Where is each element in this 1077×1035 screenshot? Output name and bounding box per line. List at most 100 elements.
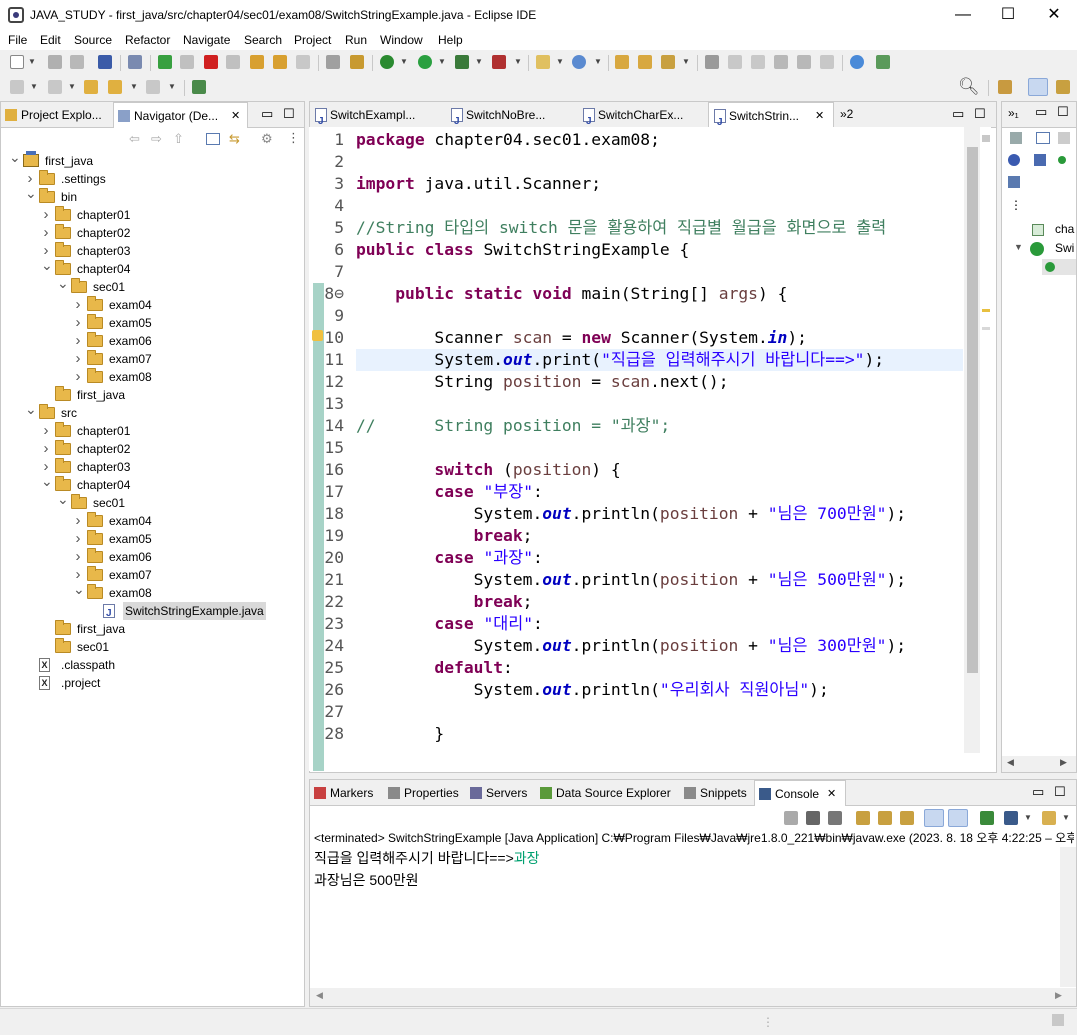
chevron-down-icon[interactable]: ⌄ [57,276,69,296]
tab-project-explorer[interactable]: Project Explo... [1,102,111,128]
tree-item[interactable]: › exam07 [1,350,301,368]
debug-icon[interactable] [380,55,394,69]
menu-file[interactable]: File [8,33,27,47]
outline-item-main[interactable] [1042,259,1076,275]
chevron-down-icon[interactable]: ⌄ [57,492,69,512]
open-perspective-icon[interactable] [998,80,1012,94]
collapse-all-icon[interactable] [206,133,220,145]
chevron-down-icon[interactable]: ▼ [594,57,602,66]
tab-navigator[interactable]: Navigator (De... ✕ [113,102,248,128]
step-into-icon[interactable] [250,55,264,69]
maximize-button[interactable]: ☐ [985,0,1031,30]
prev-annotation-icon[interactable] [48,80,62,94]
tree-item[interactable]: first_java [1,620,301,638]
chevron-right-icon[interactable]: › [41,224,51,242]
chevron-down-icon[interactable]: ▼ [1014,242,1023,252]
tree-item[interactable]: ⌄ chapter04 [1,258,301,278]
remove-all-icon[interactable] [828,811,842,825]
show-console-on-output-icon[interactable] [924,809,944,827]
progress-icon[interactable] [1052,1014,1064,1026]
open-type-icon[interactable] [615,55,629,69]
tree-item[interactable]: › chapter02 [1,440,301,458]
globe-icon[interactable] [850,55,864,69]
show-whitespace-icon[interactable] [797,55,811,69]
minimize-view-icon[interactable]: ▭ [952,102,964,126]
tree-item[interactable]: › .settings [1,170,301,188]
filter-icon[interactable]: ⚙ [261,131,273,147]
tab-switch-string-example[interactable]: SwitchStrin... ✕ [708,102,834,136]
tree-item[interactable]: sec01 [1,638,301,656]
display-console-icon[interactable] [1004,811,1018,825]
tree-item[interactable]: SwitchStringExample.java [1,602,301,623]
last-edit-location-icon[interactable] [84,80,98,94]
tab-data-source-explorer[interactable]: Data Source Explorer [536,780,676,806]
scroll-right-icon[interactable]: ▶ [1055,990,1062,1001]
more-tabs-button[interactable]: »2 [840,102,853,126]
tree-item[interactable]: › chapter02 [1,224,301,242]
run-icon[interactable] [418,55,432,69]
tree-item[interactable]: ⌄ exam08 [1,582,301,602]
chevron-right-icon[interactable]: › [73,350,83,368]
tree-item[interactable]: › exam06 [1,548,301,566]
chevron-down-icon[interactable]: ▼ [1024,813,1032,822]
tab-servers[interactable]: Servers [466,780,534,806]
step-return-icon[interactable] [296,55,310,69]
disconnect-icon[interactable] [226,55,240,69]
link-with-editor-icon[interactable]: ⇆ [229,131,240,147]
open-resource-icon[interactable] [638,55,652,69]
chevron-down-icon[interactable]: ▼ [68,82,76,91]
terminal-icon[interactable] [98,55,112,69]
minimize-button[interactable]: — [940,0,986,30]
minimize-view-icon[interactable]: ▭ [1032,780,1044,804]
tree-item[interactable]: X .project [1,674,301,692]
maximize-view-icon[interactable]: ☐ [283,102,295,126]
chevron-down-icon[interactable]: ▼ [28,57,36,66]
chevron-right-icon[interactable]: › [73,314,83,332]
save-icon[interactable] [48,55,62,69]
tab-snippets[interactable]: Snippets [680,780,752,806]
menu-edit[interactable]: Edit [40,33,61,47]
chevron-down-icon[interactable]: ▼ [400,57,408,66]
menu-help[interactable]: Help [438,33,463,47]
chevron-down-icon[interactable]: ⌄ [9,150,21,170]
chevron-down-icon[interactable]: ⌄ [25,402,37,422]
scroll-lock-icon[interactable] [878,811,892,825]
menu-window[interactable]: Window [380,33,423,47]
java-ee-perspective-icon[interactable] [1028,78,1048,96]
tree-item[interactable]: › exam06 [1,332,301,350]
block-selection-icon[interactable] [751,55,765,69]
tree-item[interactable]: › exam07 [1,566,301,584]
chevron-down-icon[interactable]: ▼ [438,57,446,66]
menu-project[interactable]: Project [294,33,331,47]
chevron-right-icon[interactable]: › [41,440,51,458]
paragraph-icon[interactable] [820,55,834,69]
new-java-project-icon[interactable] [536,55,550,69]
tab-properties[interactable]: Properties [384,780,464,806]
tree-item[interactable]: › exam04 [1,512,301,530]
chevron-down-icon[interactable]: ⌄ [25,186,37,206]
save-all-icon[interactable] [70,55,84,69]
show-console-on-error-icon[interactable] [948,809,968,827]
use-step-filters-icon[interactable] [326,55,340,69]
chevron-right-icon[interactable]: › [73,296,83,314]
tree-item[interactable]: X .classpath [1,656,301,674]
new-icon[interactable] [10,55,24,69]
tab-switch-no-break[interactable]: SwitchNoBre... [446,102,578,135]
tab-switch-example[interactable]: SwitchExampl... [310,102,442,135]
chevron-down-icon[interactable]: ▼ [556,57,564,66]
word-wrap-icon[interactable] [900,811,914,825]
java-perspective-icon[interactable] [1056,80,1070,94]
editor-scrollbar[interactable] [964,127,980,753]
scrollbar-thumb[interactable] [967,147,978,673]
minimize-view-icon[interactable]: ▭ [261,102,273,126]
tab-console[interactable]: Console ✕ [754,780,846,806]
remove-launch-icon[interactable] [806,811,820,825]
maximize-view-icon[interactable]: ☐ [1054,780,1066,804]
resume-icon[interactable] [158,55,172,69]
close-icon[interactable]: ✕ [827,781,836,807]
chevron-right-icon[interactable]: › [73,548,83,566]
scroll-right-icon[interactable]: ▶ [1060,757,1067,768]
skip-breakpoints-icon[interactable] [128,55,142,69]
search-tool-icon[interactable] [661,55,675,69]
chevron-down-icon[interactable]: ⌄ [73,582,85,602]
